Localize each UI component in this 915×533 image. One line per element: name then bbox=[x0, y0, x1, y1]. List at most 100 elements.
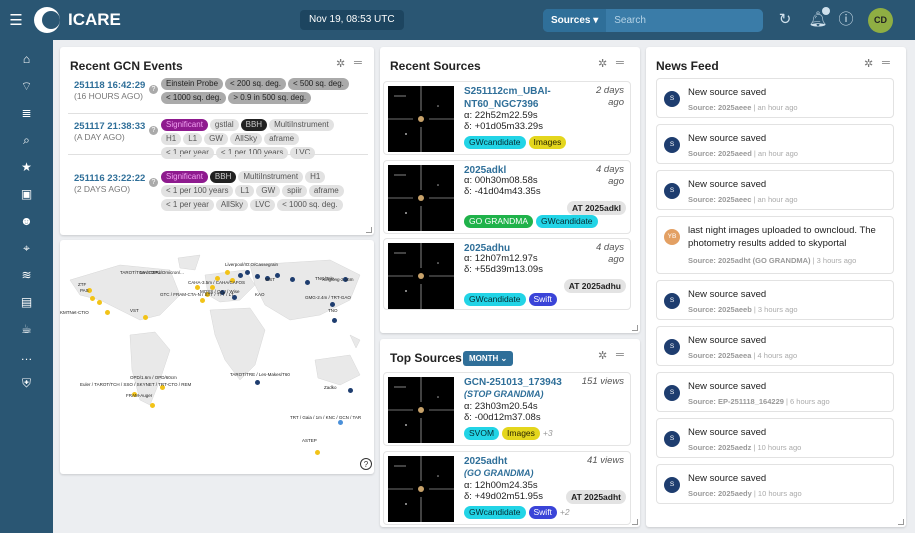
gcn-tag[interactable]: < 1 per year bbox=[161, 199, 214, 211]
observatory-marker[interactable] bbox=[97, 300, 102, 305]
gcn-event-date[interactable]: 251118 16:42:29 bbox=[74, 80, 145, 91]
observatory-marker[interactable] bbox=[330, 302, 335, 307]
gcn-tag[interactable]: GW bbox=[256, 185, 281, 197]
gcn-tag[interactable]: L1 bbox=[183, 133, 203, 145]
gear-icon[interactable]: ✲ bbox=[336, 57, 348, 70]
help-icon[interactable]: ? bbox=[360, 458, 372, 470]
gcn-tag[interactable]: < 500 sq. deg. bbox=[287, 78, 349, 90]
source-tag[interactable]: GWcandidate bbox=[464, 136, 526, 149]
source-card[interactable]: 2025adhu 4 days ago α: 12h07m12.97s δ: +55d… bbox=[383, 238, 631, 310]
observatory-marker[interactable] bbox=[143, 315, 148, 320]
resize-handle[interactable] bbox=[632, 519, 638, 525]
resize-handle[interactable] bbox=[898, 519, 904, 525]
news-source-link[interactable]: Source: 2025aeea bbox=[688, 351, 751, 360]
gcn-tag[interactable]: MultiInstrument bbox=[238, 171, 304, 183]
icare-logo[interactable] bbox=[34, 7, 60, 33]
observatory-marker[interactable] bbox=[200, 298, 205, 303]
gcn-tag[interactable]: < 1000 sq. deg. bbox=[161, 92, 227, 104]
news-item[interactable]: S New source saved Source: 2025aedz | 10 h… bbox=[656, 418, 894, 458]
source-tag[interactable]: GWcandidate bbox=[464, 293, 526, 306]
gcn-tag[interactable]: Significant bbox=[161, 171, 208, 183]
news-item[interactable]: S New source saved Source: 2025aeea | 4 ho… bbox=[656, 326, 894, 366]
briefcase-icon[interactable]: ▤ bbox=[0, 289, 53, 316]
news-avatar[interactable]: YB bbox=[664, 229, 680, 245]
gcn-tag[interactable]: aframe bbox=[264, 133, 300, 145]
gcn-tag[interactable]: H1 bbox=[161, 133, 182, 145]
observatory-marker[interactable] bbox=[348, 388, 353, 393]
gcn-event-date[interactable]: 251116 23:22:22 bbox=[74, 173, 145, 184]
source-tag[interactable]: GWcandidate bbox=[464, 506, 526, 519]
star-icon[interactable]: ★ bbox=[0, 154, 53, 181]
list-icon[interactable]: ≣ bbox=[0, 100, 53, 127]
gcn-tag[interactable]: BBH bbox=[240, 119, 268, 131]
gcn-tag[interactable]: Significant bbox=[161, 119, 208, 131]
source-tag[interactable]: Images bbox=[528, 136, 567, 149]
more-tags-count[interactable]: +2 bbox=[560, 506, 570, 519]
crosshair-icon[interactable]: ⌖ bbox=[0, 235, 53, 262]
source-thumbnail[interactable] bbox=[388, 165, 454, 231]
menu-icon[interactable]: ☰ bbox=[0, 11, 32, 29]
news-item[interactable]: S New source saved Source: 2025aeed | an h… bbox=[656, 124, 894, 164]
source-card[interactable]: S251112cm_UBAI-NT60_NGC7396 2 days ago α: … bbox=[383, 81, 631, 155]
source-card[interactable]: 2025adht (GO GRANDMA) 41 views α: 12h00m24.… bbox=[383, 451, 631, 525]
source-card[interactable]: 2025adkl 4 days ago α: 00h30m08.58s δ: -41d… bbox=[383, 160, 631, 234]
news-source-link[interactable]: Source: 2025aeed bbox=[688, 149, 752, 158]
observatory-marker[interactable] bbox=[90, 296, 95, 301]
resize-handle[interactable] bbox=[366, 227, 372, 233]
gcn-tag[interactable]: GW bbox=[204, 133, 228, 145]
podcast-icon[interactable]: ⌔ bbox=[0, 73, 53, 100]
gcn-tag[interactable]: BBH bbox=[209, 171, 237, 183]
news-source-link[interactable]: Source: 2025aeee bbox=[688, 103, 751, 112]
gcn-tag[interactable]: < 200 sq. deg. bbox=[225, 78, 286, 90]
news-item[interactable]: YB last night images uploaded to owncloud… bbox=[656, 216, 894, 274]
refresh-icon[interactable]: ↻ bbox=[775, 10, 795, 30]
period-dropdown[interactable]: MONTH ⌄ bbox=[463, 351, 514, 366]
source-thumbnail[interactable] bbox=[388, 86, 454, 152]
observatory-marker[interactable] bbox=[315, 450, 320, 455]
gcn-tag[interactable]: L1 bbox=[235, 185, 255, 197]
source-name-link[interactable]: S251112cm_UBAI-NT60_NGC7396 bbox=[464, 85, 594, 111]
observatory-marker[interactable] bbox=[255, 274, 260, 279]
gcn-tag[interactable]: spiir bbox=[282, 185, 307, 197]
info-icon[interactable]: ⓘ bbox=[836, 10, 856, 30]
gear-icon[interactable]: ✲ bbox=[598, 57, 610, 70]
help-icon[interactable]: ? bbox=[149, 126, 158, 135]
gcn-tag[interactable]: > 0.9 in 500 sq. deg. bbox=[228, 92, 312, 104]
help-icon[interactable]: ? bbox=[149, 178, 158, 187]
news-source-link[interactable]: Source: 2025aeec bbox=[688, 195, 751, 204]
news-item[interactable]: S New source saved Source: 2025aedy | 10 h… bbox=[656, 464, 894, 504]
gcn-tag[interactable]: < 1 per year bbox=[161, 147, 214, 159]
source-tag[interactable]: SVOM bbox=[464, 427, 500, 440]
gcn-tag[interactable]: LVC bbox=[250, 199, 276, 211]
news-source-link[interactable]: Source: EP-251118_164229 bbox=[688, 397, 784, 406]
source-tag[interactable]: Swift bbox=[528, 293, 557, 306]
news-item[interactable]: S New source saved Source: EP-251118_16422… bbox=[656, 372, 894, 412]
resize-handle[interactable] bbox=[632, 325, 638, 331]
source-tag[interactable]: GWcandidate bbox=[536, 215, 598, 228]
drag-menu-icon[interactable]: ═ bbox=[616, 57, 628, 69]
observatory-marker[interactable] bbox=[105, 310, 110, 315]
news-source-link[interactable]: Source: 2025adht (GO GRANDMA) bbox=[688, 256, 811, 265]
search-icon[interactable]: ⌕ bbox=[0, 127, 53, 154]
alien-icon[interactable]: ☻ bbox=[0, 208, 53, 235]
search-input[interactable] bbox=[606, 15, 747, 26]
news-item[interactable]: S New source saved Source: 2025aeee | an h… bbox=[656, 78, 894, 118]
brand-title[interactable]: ICARE bbox=[68, 10, 121, 30]
admin-icon[interactable]: ⛨ bbox=[0, 370, 53, 397]
gcn-tag[interactable]: H1 bbox=[305, 171, 326, 183]
source-thumbnail[interactable] bbox=[388, 456, 454, 522]
gcn-tag[interactable]: < 1000 sq. deg. bbox=[277, 199, 343, 211]
source-thumbnail[interactable] bbox=[388, 243, 454, 309]
observatory-marker[interactable] bbox=[338, 420, 343, 425]
news-avatar[interactable]: S bbox=[664, 477, 680, 493]
observatory-marker[interactable] bbox=[305, 280, 310, 285]
news-source-link[interactable]: Source: 2025aedy bbox=[688, 489, 752, 498]
tns-name-badge[interactable]: AT 2025adkl bbox=[567, 201, 626, 215]
gcn-tag[interactable]: AllSky bbox=[229, 133, 263, 145]
gcn-tag[interactable]: < 1 per 100 years bbox=[215, 147, 289, 159]
cup-icon[interactable]: ☕︎ bbox=[0, 316, 53, 343]
source-card[interactable]: GCN-251013_173943 (STOP GRANDMA) 151 views… bbox=[383, 372, 631, 446]
observatory-marker[interactable] bbox=[275, 273, 280, 278]
gcn-tag[interactable]: LVC bbox=[290, 147, 316, 159]
save-icon[interactable]: ▣ bbox=[0, 181, 53, 208]
